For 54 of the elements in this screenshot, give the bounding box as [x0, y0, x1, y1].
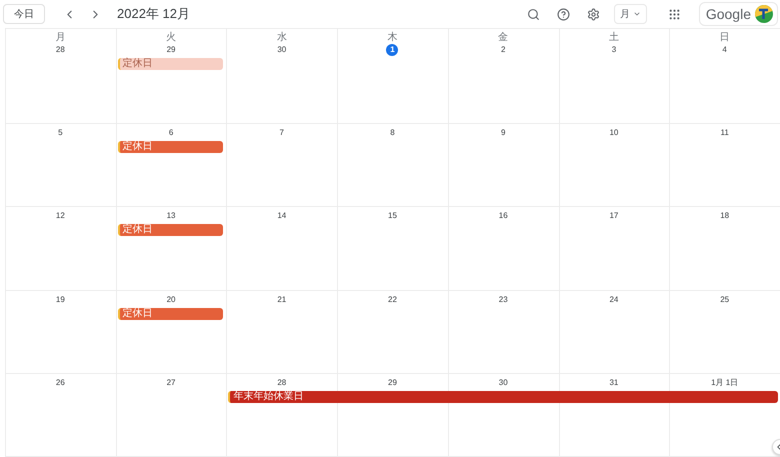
- date-number[interactable]: 6: [165, 127, 178, 139]
- date-number[interactable]: 27: [165, 376, 178, 389]
- date-number[interactable]: 30: [276, 44, 288, 56]
- date-number[interactable]: 18: [718, 210, 731, 222]
- weekday-label: 土: [608, 32, 619, 43]
- date-number[interactable]: 21: [276, 294, 288, 306]
- date-number[interactable]: 25: [718, 294, 731, 306]
- account-button[interactable]: Google: [698, 2, 778, 26]
- date-number[interactable]: 14: [276, 210, 288, 222]
- date-number[interactable]: 19: [54, 294, 66, 306]
- date-number[interactable]: 2: [497, 44, 510, 56]
- caret-icon: [632, 10, 641, 18]
- weekday-label: 火: [166, 32, 176, 43]
- date-number[interactable]: 9: [497, 127, 510, 139]
- date-number[interactable]: 5: [54, 127, 66, 139]
- today-button[interactable]: 今日: [3, 4, 45, 24]
- date-number[interactable]: 30: [497, 376, 510, 389]
- date-number[interactable]: 29: [386, 376, 398, 389]
- date-number[interactable]: 28: [54, 44, 66, 56]
- date-number[interactable]: 26: [54, 376, 66, 389]
- date-number[interactable]: 23: [497, 294, 510, 306]
- date-number[interactable]: 16: [497, 210, 510, 222]
- apps-grid-icon: [668, 8, 682, 20]
- date-number[interactable]: 4: [718, 44, 731, 56]
- date-number[interactable]: 29: [165, 44, 178, 56]
- date-number[interactable]: 12: [54, 210, 66, 222]
- date-number[interactable]: 7: [276, 127, 288, 139]
- settings-icon: [587, 8, 600, 20]
- view-select[interactable]: 月: [614, 4, 647, 24]
- date-number[interactable]: 20: [165, 294, 178, 306]
- google-text: Google: [706, 6, 751, 22]
- search-icon: [527, 8, 540, 20]
- date-number[interactable]: 31: [608, 376, 620, 389]
- weekday-label: 水: [276, 32, 287, 43]
- date-number[interactable]: 10: [608, 127, 620, 139]
- date-number[interactable]: 11: [718, 127, 731, 139]
- avatar-icon: [755, 5, 773, 23]
- month-title: 2022年 12月: [117, 5, 190, 23]
- date-number[interactable]: 15: [386, 210, 398, 222]
- weekday-label: 月: [55, 32, 66, 43]
- help-icon: [557, 8, 570, 20]
- date-number[interactable]: 3: [608, 44, 620, 56]
- date-number[interactable]: 13: [165, 210, 178, 222]
- date-number[interactable]: 1月 1日: [710, 376, 740, 389]
- date-number[interactable]: 17: [608, 210, 620, 222]
- date-number[interactable]: 22: [386, 294, 398, 306]
- weekday-label: 木: [387, 32, 398, 43]
- weekday-label: 金: [498, 32, 508, 43]
- date-number[interactable]: 8: [386, 127, 398, 139]
- date-number[interactable]: 1: [386, 44, 398, 56]
- weekday-label: 日: [720, 32, 730, 43]
- date-number[interactable]: 28: [276, 376, 288, 389]
- date-number[interactable]: 24: [608, 294, 620, 306]
- event-chip[interactable]: 年末年始休業日: [228, 390, 778, 403]
